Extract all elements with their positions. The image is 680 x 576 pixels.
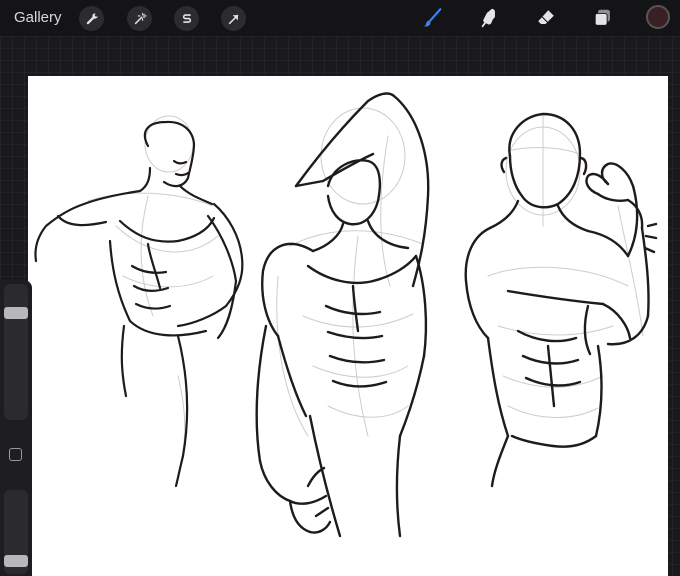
eraser-tool-button[interactable] <box>533 5 559 31</box>
layers-icon <box>594 9 610 26</box>
eraser-icon <box>538 10 554 24</box>
color-picker-button[interactable] <box>646 5 670 29</box>
procreate-app: Gallery <box>0 0 680 576</box>
brush-icon <box>423 8 442 27</box>
modify-button[interactable] <box>9 448 22 461</box>
brush-tool-button[interactable] <box>419 5 445 31</box>
drawing-canvas[interactable] <box>28 76 668 576</box>
left-sidebar <box>0 280 32 576</box>
actions-button[interactable] <box>79 6 104 31</box>
top-toolbar: Gallery <box>0 0 680 36</box>
construction-lines <box>87 107 644 477</box>
figure-center-sketch <box>255 92 430 538</box>
adjustments-s-icon <box>182 13 191 23</box>
adjustments-button[interactable] <box>174 6 199 31</box>
brush-size-slider[interactable] <box>4 284 28 420</box>
wrench-icon <box>86 12 98 24</box>
selection-button[interactable] <box>221 6 246 31</box>
gallery-button[interactable]: Gallery <box>14 8 62 28</box>
smudge-tool-button[interactable] <box>476 5 502 31</box>
adjustments-wand-button[interactable] <box>127 6 152 31</box>
figure-sketch-artwork <box>34 92 658 538</box>
brush-opacity-slider[interactable] <box>4 490 28 574</box>
figure-left-sketch <box>34 120 244 488</box>
layers-button[interactable] <box>590 5 616 31</box>
brush-size-thumb[interactable] <box>4 306 28 319</box>
selection-arrow-icon <box>228 14 238 24</box>
smudge-icon <box>481 8 495 28</box>
brush-opacity-thumb[interactable] <box>4 554 28 567</box>
figure-right-sketch <box>464 112 658 488</box>
magic-wand-icon <box>134 12 147 24</box>
